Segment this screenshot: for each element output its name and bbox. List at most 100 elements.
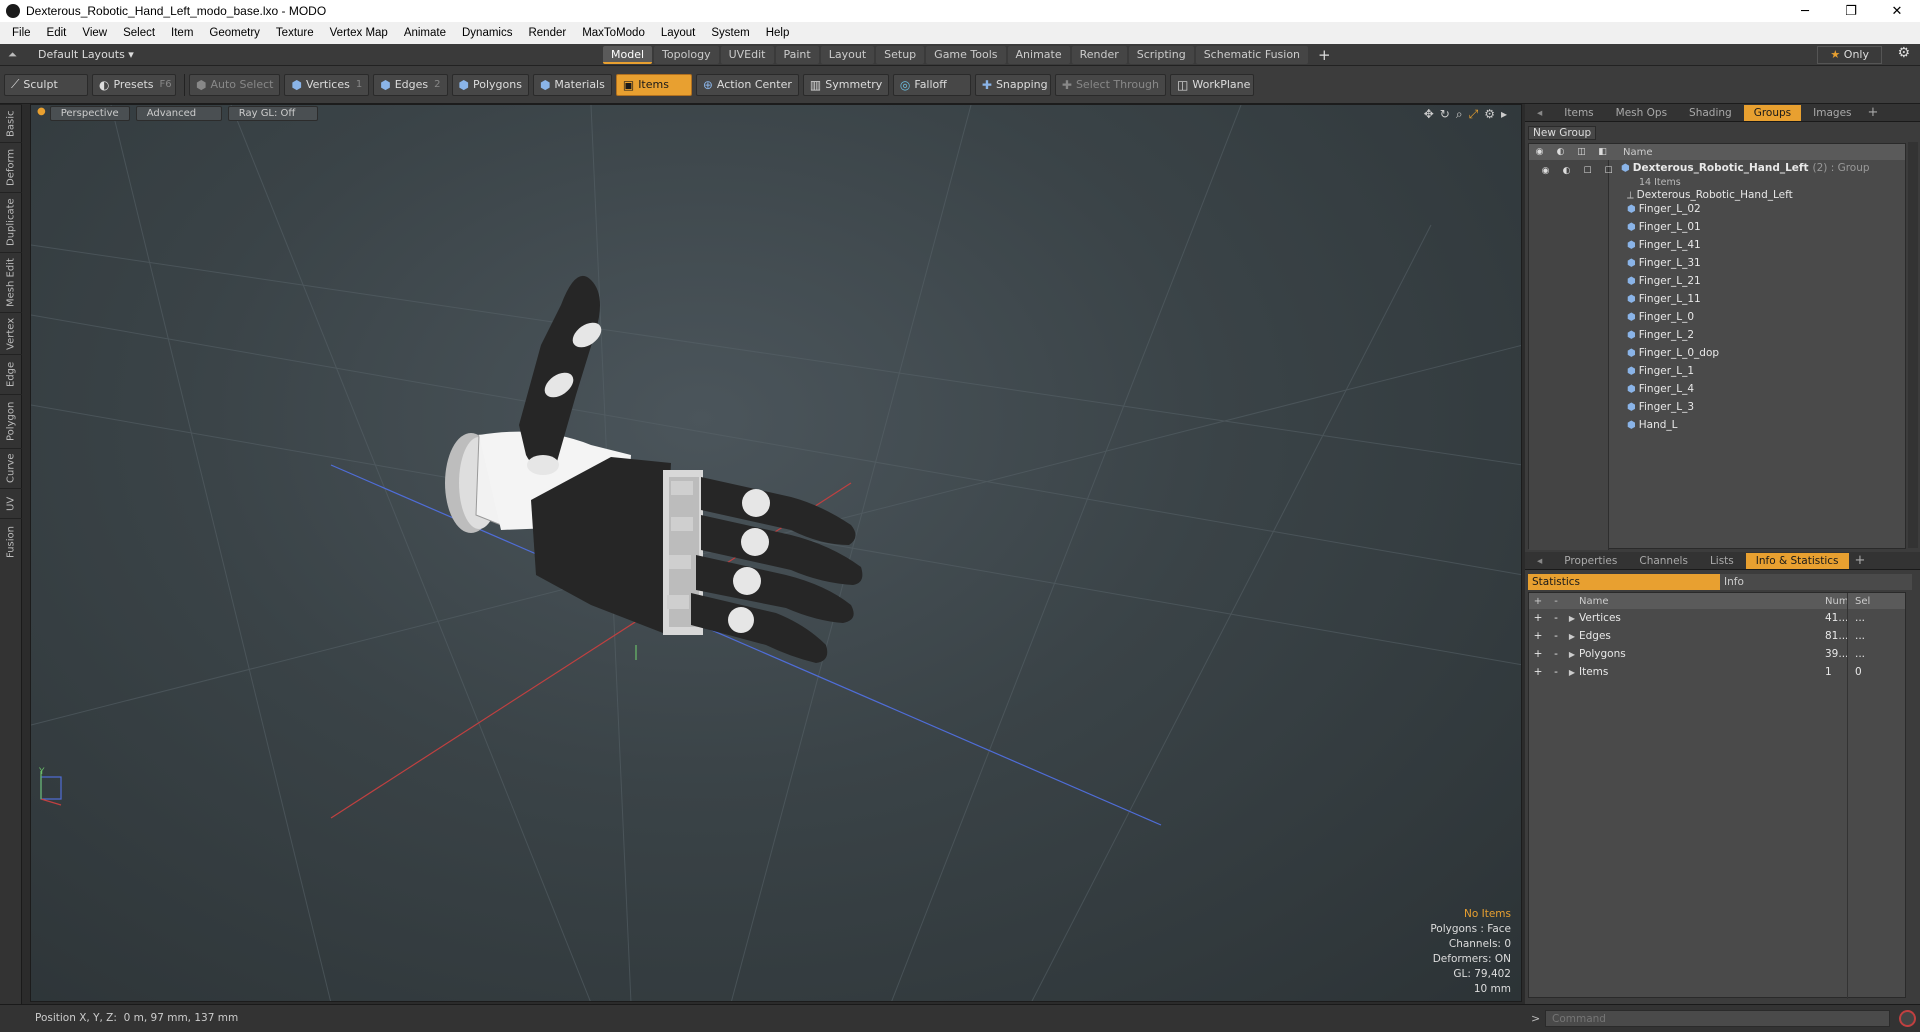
vtab-edge[interactable]: Edge (0, 354, 22, 394)
maximize-button[interactable]: ❐ (1828, 0, 1874, 22)
menu-maxtomodo[interactable]: MaxToModo (574, 27, 653, 39)
rotate-icon[interactable]: ↻ (1440, 107, 1450, 122)
tab-scripting[interactable]: Scripting (1128, 46, 1194, 64)
vtab-uv[interactable]: UV (0, 488, 22, 518)
vtab-mesh-edit[interactable]: Mesh Edit (0, 252, 22, 312)
settings-icon[interactable]: ⚙ (1484, 107, 1495, 122)
tab-info-statistics[interactable]: Info & Statistics (1745, 552, 1849, 569)
list-item[interactable]: ⬢ Finger_L_11 (1627, 290, 1701, 308)
vtab-fusion[interactable]: Fusion (0, 518, 22, 566)
robotic-hand-model[interactable] (445, 275, 863, 663)
expand-arrow-icon[interactable]: ▶ (1565, 632, 1579, 641)
presets-button[interactable]: ◐ Presets F6 (92, 73, 176, 96)
remove-icon[interactable]: - (1547, 612, 1565, 624)
tab-animate[interactable]: Animate (1007, 46, 1070, 64)
symmetry-button[interactable]: ▥ Symmetry (802, 73, 889, 96)
table-row[interactable]: + - ▶ Edges 81... ... (1529, 627, 1905, 645)
remove-icon[interactable]: - (1547, 630, 1565, 642)
menu-edit[interactable]: Edit (39, 27, 75, 39)
vtab-duplicate[interactable]: Duplicate (0, 192, 22, 252)
snapping-button[interactable]: ✚ Snapping (974, 73, 1051, 96)
layout-dropdown[interactable]: Default Layouts ▾ (38, 48, 134, 61)
select-checkbox[interactable]: ☐ (1598, 166, 1619, 176)
menu-vertex-map[interactable]: Vertex Map (322, 27, 396, 39)
list-item[interactable]: ⬢ Finger_L_0 (1627, 308, 1694, 326)
menu-select[interactable]: Select (115, 27, 163, 39)
tab-groups[interactable]: Groups (1743, 104, 1802, 121)
list-item[interactable]: ⬢ Finger_L_2 (1627, 326, 1694, 344)
table-row[interactable]: + - ▶ Polygons 39... ... (1529, 645, 1905, 663)
menu-layout[interactable]: Layout (653, 27, 704, 39)
close-button[interactable]: ✕ (1874, 0, 1920, 22)
list-item[interactable]: ⬢ Finger_L_31 (1627, 254, 1701, 272)
table-row[interactable]: + - ▶ Items 1 0 (1529, 663, 1905, 681)
gear-icon[interactable]: ⚙ (1897, 45, 1910, 61)
advanced-button[interactable]: Advanced (135, 106, 222, 121)
tab-properties[interactable]: Properties (1554, 553, 1627, 569)
sculpt-button[interactable]: ⟋ Sculpt (4, 73, 88, 96)
menu-view[interactable]: View (74, 27, 115, 39)
tab-uvedit[interactable]: UVEdit (720, 46, 774, 64)
render-col-icon[interactable]: ◐ (1550, 147, 1571, 157)
remove-icon[interactable]: - (1547, 648, 1565, 660)
lock-checkbox[interactable]: ☐ (1577, 166, 1598, 176)
panel-menu-icon[interactable]: ◂ (1527, 105, 1552, 121)
menu-texture[interactable]: Texture (268, 27, 322, 39)
only-toggle[interactable]: ★ Only (1817, 46, 1882, 64)
tab-layout[interactable]: Layout (820, 46, 875, 64)
add-icon[interactable]: + (1529, 630, 1547, 642)
tab-render[interactable]: Render (1071, 46, 1127, 64)
new-group-button[interactable]: New Group (1528, 126, 1597, 140)
falloff-button[interactable]: ◎ Falloff (892, 73, 971, 96)
workplane-button[interactable]: ◫ WorkPlane (1170, 73, 1255, 96)
menu-item[interactable]: Item (163, 27, 201, 39)
tab-items[interactable]: Items (1554, 105, 1603, 121)
menu-system[interactable]: System (703, 27, 757, 39)
expand-all-icon[interactable]: + (1529, 596, 1547, 607)
add-tab-icon[interactable]: + (1318, 46, 1331, 64)
sel-header[interactable]: Sel (1855, 596, 1879, 607)
subtab-info[interactable]: Info (1720, 574, 1912, 590)
list-item[interactable]: ⬢ Finger_L_01 (1627, 218, 1701, 236)
list-item[interactable]: ⬢ Finger_L_4 (1627, 380, 1694, 398)
vtab-deform[interactable]: Deform (0, 142, 22, 192)
visibility-col-icon[interactable]: ◉ (1529, 147, 1550, 157)
vertices-button[interactable]: ⬢ Vertices 1 (284, 73, 370, 96)
render-icon[interactable]: ◐ (1556, 166, 1577, 176)
tab-model[interactable]: Model (603, 46, 653, 64)
add-icon[interactable]: + (1529, 648, 1547, 660)
menu-render[interactable]: Render (520, 27, 574, 39)
minimize-button[interactable]: ─ (1782, 0, 1828, 22)
tab-images[interactable]: Images (1803, 105, 1861, 121)
table-row[interactable]: + - ▶ Vertices 41... ... (1529, 609, 1905, 627)
group-row-toggles[interactable]: ◉ ◐ ☐ ☐ (1535, 162, 1619, 180)
remove-icon[interactable]: - (1547, 666, 1565, 678)
collapse-all-icon[interactable]: - (1547, 596, 1565, 607)
tab-lists[interactable]: Lists (1700, 553, 1744, 569)
3d-viewport[interactable]: Y ● Perspective Advanced Ray GL: Off ✥ ↻… (30, 104, 1522, 1002)
expand-arrow-icon[interactable]: ▶ (1565, 650, 1579, 659)
add-icon[interactable]: + (1529, 666, 1547, 678)
list-item[interactable]: ⬢ Finger_L_02 (1627, 200, 1701, 218)
vtab-polygon[interactable]: Polygon (0, 394, 22, 448)
list-item[interactable]: ⬢ Finger_L_21 (1627, 272, 1701, 290)
menu-file[interactable]: File (4, 27, 39, 39)
eye-icon[interactable]: ◉ (1535, 166, 1556, 176)
edges-button[interactable]: ⬢ Edges 2 (373, 73, 448, 96)
tab-setup[interactable]: Setup (876, 46, 925, 64)
expand-icon[interactable]: ▸ (1501, 107, 1507, 122)
materials-button[interactable]: ⬢ Materials (532, 73, 612, 96)
add-panel-tab-icon[interactable]: + (1855, 553, 1866, 568)
panel-menu-icon[interactable]: ◂ (1527, 553, 1552, 569)
viewport-menu-icon[interactable]: ● (37, 106, 46, 122)
tab-shading[interactable]: Shading (1679, 105, 1742, 121)
vtab-basic[interactable]: Basic (0, 104, 22, 142)
zoom-icon[interactable]: ⌕ (1456, 107, 1463, 122)
command-input[interactable] (1545, 1010, 1890, 1027)
tab-channels[interactable]: Channels (1629, 553, 1698, 569)
select-col-icon[interactable]: ◧ (1592, 147, 1613, 157)
name-header[interactable]: Name (1579, 596, 1825, 607)
tab-schematic-fusion[interactable]: Schematic Fusion (1195, 46, 1309, 64)
polygons-button[interactable]: ⬢ Polygons (451, 73, 529, 96)
vtab-vertex[interactable]: Vertex (0, 312, 22, 354)
